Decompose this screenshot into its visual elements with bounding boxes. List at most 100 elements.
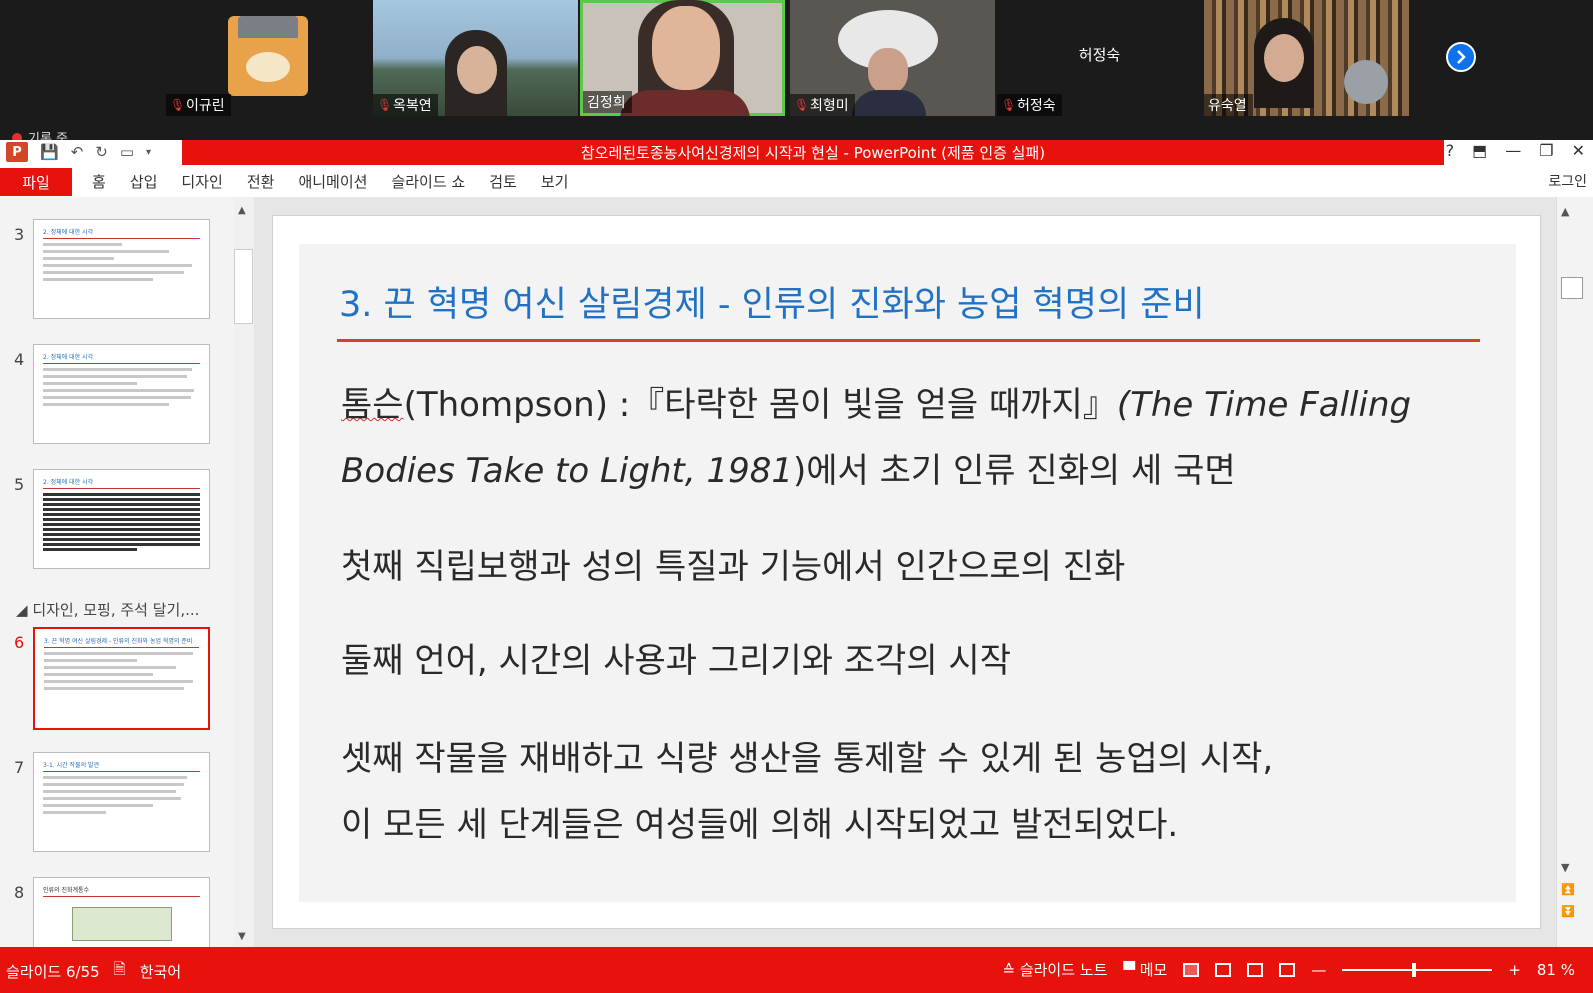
scroll-down-icon[interactable]: ▼ — [1561, 861, 1569, 874]
slide-body-line-5[interactable]: 셋째 작물을 재배하고 식량 생산을 통제할 수 있게 된 농업의 시작, — [341, 726, 1273, 792]
tab-view[interactable]: 보기 — [538, 171, 572, 192]
redo-icon[interactable]: ↻ — [95, 143, 108, 161]
scroll-down-icon[interactable]: ▼ — [238, 931, 246, 942]
slide-sorter-icon[interactable] — [1215, 962, 1232, 977]
comments-button[interactable]: ▀ 메모 — [1123, 959, 1167, 980]
participant-name: 허정숙 — [1017, 98, 1056, 114]
notes-button[interactable]: ≙ 슬라이드 노트 — [1002, 959, 1107, 980]
participant-tile-6[interactable]: 유숙열 — [1204, 0, 1409, 116]
text-run: (Thompson) :『타락한 몸이 빛을 얻을 때까지』 — [403, 385, 1117, 425]
help-button[interactable]: ? — [1446, 141, 1455, 160]
participant-name-bar: 🎙 옥복연 — [373, 94, 438, 116]
status-bar: 슬라이드 6/55 🗎 한국어 ≙ 슬라이드 노트 ▀ 메모 — + 81 % — [0, 947, 1593, 993]
thumbnail-preview: 2. 정체에 대한 시각 — [33, 344, 210, 444]
spelling-icon[interactable]: 🗎 — [114, 959, 126, 984]
zoom-slider[interactable] — [1342, 962, 1493, 977]
participant-name: 옥복연 — [393, 98, 432, 114]
tab-insert[interactable]: 삽입 — [127, 171, 161, 192]
cartoon-avatar-image — [228, 16, 308, 96]
tab-animations[interactable]: 애니메이션 — [295, 171, 370, 192]
customize-toolbar-icon[interactable]: ▾ — [146, 147, 151, 158]
participant-tile-1[interactable]: 🎙 이규린 — [166, 0, 371, 116]
slideshow-view-icon[interactable] — [1279, 962, 1296, 977]
slide-body-line-6[interactable]: 이 모든 세 단계들은 여성들에 의해 시작되었고 발전되었다. — [341, 792, 1178, 858]
close-button[interactable]: ✕ — [1572, 141, 1585, 160]
section-header[interactable]: ◢ 디자인, 모핑, 주석 달기,... — [16, 599, 199, 620]
thumbnail-title: 3-1. 시간 작물의 발견 — [43, 760, 200, 772]
scroll-up-icon[interactable]: ▲ — [1561, 205, 1569, 218]
zoom-slider-thumb[interactable] — [1412, 962, 1417, 977]
tab-file[interactable]: 파일 — [0, 168, 72, 196]
thumbnails-scrollbar[interactable]: ▲ ▼ — [234, 197, 254, 947]
thumbnail-title: 인류의 진화계통수 — [43, 885, 200, 897]
zoom-in-button[interactable]: + — [1508, 961, 1521, 979]
participant-tile-3-active-speaker[interactable]: 김정희 — [580, 0, 785, 116]
title-bar: P 💾 ↶ ↻ ▭ ▾ 참오레된토종농사여신경제의 시작과 현실 - Power… — [0, 140, 1593, 165]
tab-design[interactable]: 디자인 — [178, 171, 225, 192]
start-slideshow-icon[interactable]: ▭ — [120, 143, 134, 161]
thumbnail-number: 3 — [14, 225, 25, 244]
normal-view-icon[interactable] — [1183, 962, 1200, 977]
zoom-level[interactable]: 81 % — [1537, 961, 1575, 979]
thumbnail-preview: 2. 정체에 대한 시각 — [33, 219, 210, 319]
minimize-button[interactable]: — — [1505, 141, 1521, 160]
slide-scrollbar[interactable]: ▲ ▼ ⏫ ⏬ — [1556, 197, 1593, 947]
undo-icon[interactable]: ↶ — [71, 143, 84, 161]
previous-slide-icon[interactable]: ⏫ — [1561, 883, 1575, 896]
slide-title[interactable]: 3. 끈 혁명 여신 살림경제 - 인류의 진화와 농업 혁명의 준비 — [339, 276, 1489, 327]
slide-body-line-3[interactable]: 첫째 직립보행과 성의 특질과 기능에서 인간으로의 진화 — [341, 534, 1125, 600]
tab-home[interactable]: 홈 — [89, 171, 109, 192]
scroll-up-icon[interactable]: ▲ — [238, 205, 246, 216]
next-slide-icon[interactable]: ⏬ — [1561, 905, 1575, 918]
mic-muted-icon: 🎙 — [170, 98, 186, 112]
save-icon[interactable]: 💾 — [40, 143, 59, 161]
video-participant-strip: 🎙 이규린 🎙 옥복연 김정희 🎙 최형미 허정숙 🎙 허정숙 유숙열 — [0, 0, 1593, 147]
restore-button[interactable]: ❐ — [1539, 141, 1553, 160]
tab-review[interactable]: 검토 — [486, 171, 520, 192]
thumbnail-number: 4 — [14, 350, 25, 369]
participant-name-bar: 🎙 이규린 — [166, 94, 231, 116]
slide-editing-area: 3. 끈 혁명 여신 살림경제 - 인류의 진화와 농업 혁명의 준비 톰슨(T… — [254, 197, 1556, 947]
text-run-italic: Bodies Take to Light, 1981 — [341, 451, 793, 491]
slide-body-line-4[interactable]: 둘째 언어, 시간의 사용과 그리기와 조각의 시작 — [341, 628, 1011, 694]
scrollbar-thumb[interactable] — [234, 249, 253, 324]
chevron-right-icon — [1457, 50, 1466, 64]
login-link[interactable]: 로그인 — [1548, 171, 1587, 191]
next-page-button[interactable] — [1446, 42, 1476, 72]
slide-background: 3. 끈 혁명 여신 살림경제 - 인류의 진화와 농업 혁명의 준비 톰슨(T… — [299, 244, 1516, 902]
participant-name-bar: 김정희 — [583, 91, 632, 113]
scrollbar-thumb[interactable] — [1561, 277, 1583, 299]
reading-view-icon[interactable] — [1247, 962, 1264, 977]
text-run-italic: (The Time Falling — [1116, 385, 1412, 425]
participant-tile-5[interactable]: 허정숙 🎙 허정숙 — [997, 0, 1202, 116]
notes-label: 슬라이드 노트 — [1019, 961, 1108, 979]
current-slide[interactable]: 3. 끈 혁명 여신 살림경제 - 인류의 진화와 농업 혁명의 준비 톰슨(T… — [272, 215, 1541, 929]
window-title: 참오레된토종농사여신경제의 시작과 현실 - PowerPoint (제품 인증… — [182, 140, 1444, 165]
title-underline — [337, 339, 1480, 342]
participant-center-name: 허정숙 — [1078, 46, 1121, 64]
thumbnail-number: 7 — [14, 758, 25, 777]
slide-thumbnails-pane: 3 2. 정체에 대한 시각 4 2. 정체에 대한 시각 5 2. 정체에 대… — [0, 197, 234, 947]
ribbon-tabs: 파일 홈 삽입 디자인 전환 애니메이션 슬라이드 쇼 검토 보기 — [0, 165, 1593, 197]
spellcheck-word: 톰슨 — [341, 385, 404, 425]
powerpoint-logo-icon[interactable]: P — [6, 142, 28, 162]
ribbon-display-options-icon[interactable]: ⬒ — [1472, 141, 1487, 160]
participant-name-bar: 유숙열 — [1204, 94, 1253, 116]
tab-slideshow[interactable]: 슬라이드 쇼 — [388, 171, 468, 192]
tab-transitions[interactable]: 전환 — [244, 171, 278, 192]
zoom-out-button[interactable]: — — [1311, 961, 1326, 979]
thumbnail-preview: 3. 끈 혁명 여신 살림경제 - 인류의 진화와 농업 혁명의 준비 — [33, 627, 210, 730]
participant-tile-4[interactable]: 🎙 최형미 — [790, 0, 995, 116]
slide-body-line-2[interactable]: Bodies Take to Light, 1981)에서 초기 인류 진화의 … — [341, 438, 1236, 504]
thumbnail-number: 6 — [14, 633, 25, 652]
thumbnail-title: 2. 정체에 대한 시각 — [43, 352, 200, 364]
thumbnail-number: 5 — [14, 475, 25, 494]
participant-tile-2[interactable]: 🎙 옥복연 — [373, 0, 578, 116]
participant-name: 유숙열 — [1208, 98, 1247, 114]
thumbnail-title: 2. 정체에 대한 시각 — [43, 227, 200, 239]
slide-body-line-1[interactable]: 톰슨(Thompson) :『타락한 몸이 빛을 얻을 때까지』(The Tim… — [341, 372, 1411, 438]
participant-name: 최형미 — [810, 98, 849, 114]
language-indicator[interactable]: 한국어 — [140, 961, 181, 982]
thumbnail-preview: 2. 정체에 대한 시각 — [33, 469, 210, 569]
mic-muted-icon: 🎙 — [794, 98, 810, 112]
